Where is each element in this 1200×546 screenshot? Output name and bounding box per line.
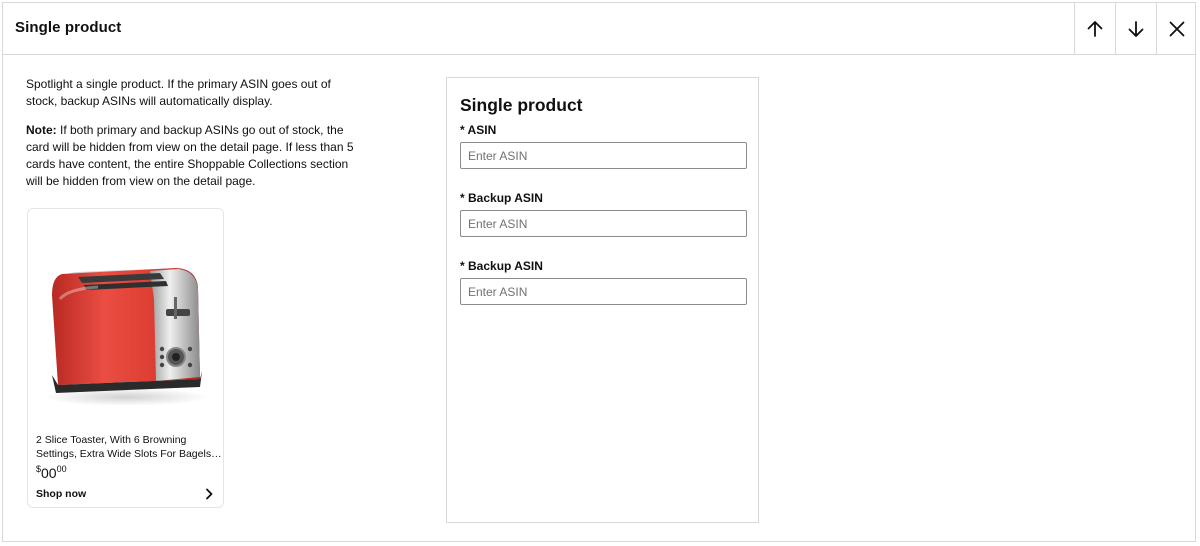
description-intro: Spotlight a single product. If the prima… (26, 77, 331, 108)
note-text: If both primary and backup ASINs go out … (26, 123, 354, 188)
module-editor: Single product Spotlight a single produc… (2, 2, 1196, 542)
product-price: $0000 (36, 464, 67, 481)
backup-asin-label-1: * Backup ASIN (460, 191, 543, 205)
price-fraction: 00 (56, 464, 67, 474)
description-note: Note: If both primary and backup ASINs g… (26, 122, 356, 190)
toaster-image (44, 268, 208, 406)
price-whole: 00 (41, 465, 57, 481)
asin-input[interactable] (460, 142, 747, 169)
close-button[interactable] (1156, 3, 1197, 54)
backup-asin-label-2: * Backup ASIN (460, 259, 543, 273)
arrow-up-icon (1087, 20, 1103, 37)
close-icon (1169, 21, 1185, 36)
asin-label: * ASIN (460, 123, 497, 137)
note-label: Note: (26, 123, 57, 137)
backup-asin-input-2[interactable] (460, 278, 747, 305)
chevron-right-icon[interactable] (203, 487, 215, 501)
move-down-button[interactable] (1115, 3, 1156, 54)
product-preview-card[interactable]: 2 Slice Toaster, With 6 Browning Setting… (27, 208, 224, 508)
price-symbol: $ (36, 464, 42, 474)
product-title: 2 Slice Toaster, With 6 Browning Setting… (36, 434, 222, 460)
asin-form-panel: Single product * ASIN * Backup ASIN * Ba… (446, 77, 759, 523)
module-title: Single product (15, 19, 122, 36)
module-description: Spotlight a single product. If the prima… (26, 76, 356, 202)
module-header: Single product (3, 3, 1195, 55)
form-title: Single product (460, 95, 583, 115)
move-up-button[interactable] (1074, 3, 1115, 54)
backup-asin-input-1[interactable] (460, 210, 747, 237)
shop-now-link[interactable]: Shop now (36, 488, 86, 500)
arrow-down-icon (1128, 20, 1144, 37)
